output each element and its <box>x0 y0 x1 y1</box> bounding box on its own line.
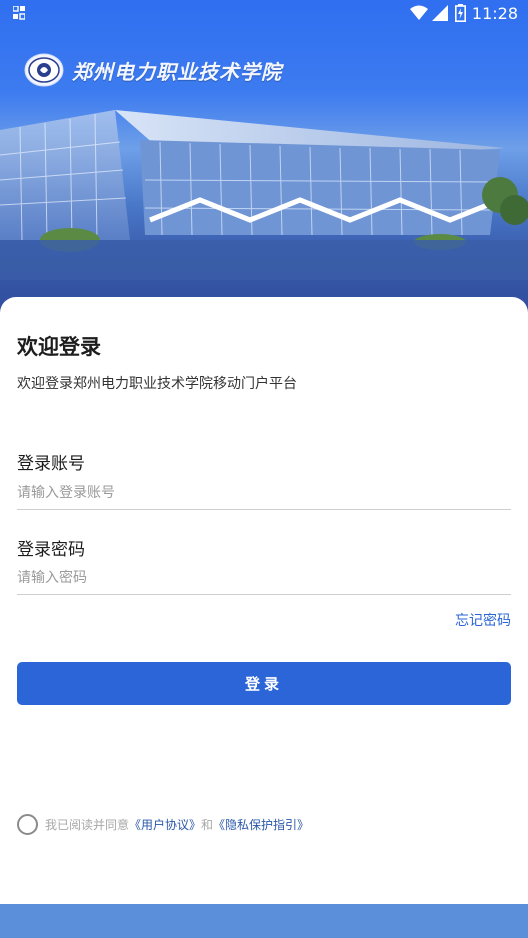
school-logo: 郑州电力职业技术学院 <box>24 50 282 90</box>
password-input[interactable] <box>17 565 511 595</box>
agreement-row: 我已阅读并同意《用户协议》和《隐私保护指引》 <box>17 814 309 835</box>
account-input[interactable] <box>17 480 511 510</box>
login-button[interactable]: 登录 <box>17 662 511 705</box>
page-title: 欢迎登录 <box>17 335 101 359</box>
user-agreement-link[interactable]: 《用户协议》 <box>129 818 201 832</box>
account-label: 登录账号 <box>17 454 85 474</box>
school-name: 郑州电力职业技术学院 <box>72 59 282 84</box>
status-bar: 11:28 <box>0 0 528 28</box>
header-banner: 11:28 郑州电力职业技术学院 <box>0 0 528 330</box>
battery-charging-icon <box>455 4 466 22</box>
forgot-password-link[interactable]: 忘记密码 <box>455 610 511 630</box>
app-notification-icon <box>13 6 25 20</box>
school-emblem-icon <box>24 53 64 87</box>
wifi-icon <box>410 5 428 20</box>
login-card: 欢迎登录 欢迎登录郑州电力职业技术学院移动门户平台 登录账号 登录密码 忘记密码… <box>0 297 528 907</box>
campus-building-image <box>0 110 528 280</box>
status-time: 11:28 <box>471 4 518 23</box>
agreement-prefix: 我已阅读并同意 <box>45 818 130 832</box>
privacy-policy-link[interactable]: 《隐私保护指引》 <box>213 818 309 832</box>
page-subtitle: 欢迎登录郑州电力职业技术学院移动门户平台 <box>17 376 297 392</box>
radio-unchecked-icon[interactable] <box>17 814 38 835</box>
agreement-conjunction: 和 <box>201 818 214 832</box>
bottom-bar <box>0 904 528 938</box>
cellular-signal-icon <box>432 5 448 21</box>
password-label: 登录密码 <box>17 540 85 560</box>
agreement-text: 我已阅读并同意《用户协议》和《隐私保护指引》 <box>45 816 309 833</box>
